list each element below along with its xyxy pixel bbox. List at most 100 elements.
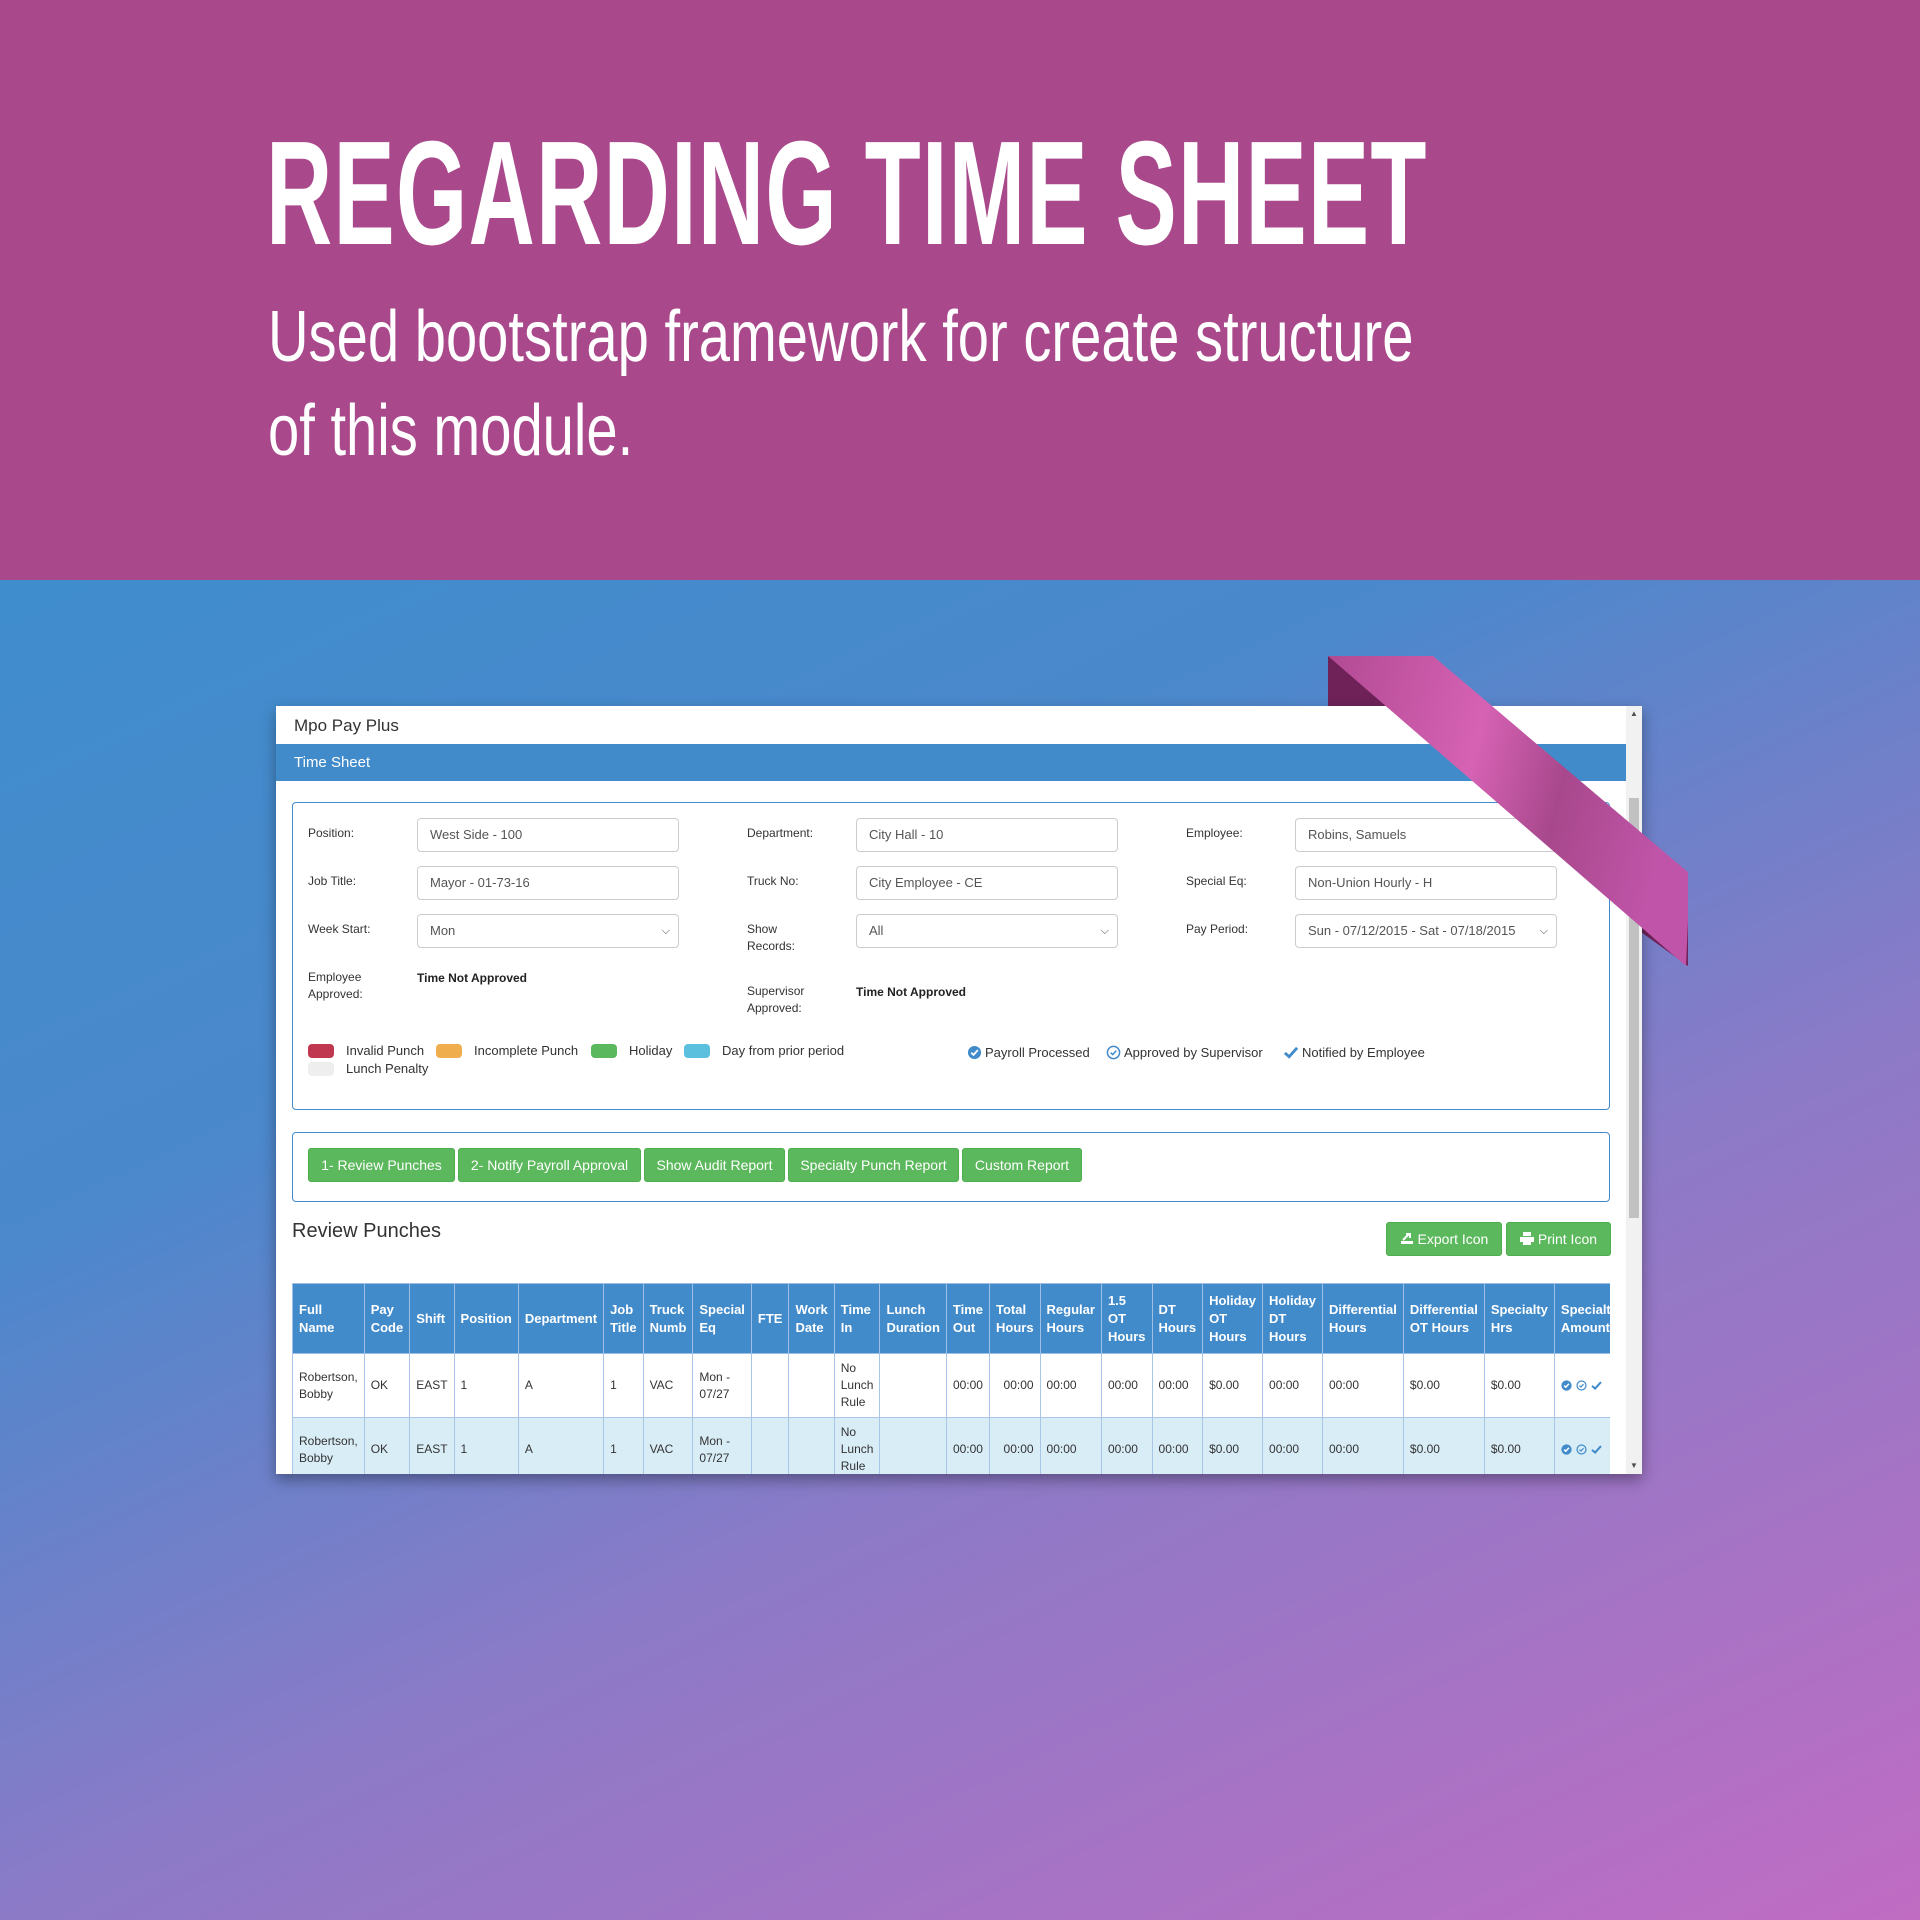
column-header[interactable]: Position [453,1283,519,1354]
show-records-label-line-2: Records: [747,939,796,953]
table-row[interactable]: Robertson, Bobby OK EAST 1 A 1 VAC Mon - 07/27 N… [292,1353,1610,1418]
print-icon [1519,1232,1534,1245]
check-icon [1283,1046,1299,1059]
subhead: Used bootstrap framework for create stru… [268,290,1414,478]
table-cell: 00:00 [988,1417,1041,1474]
column-header[interactable]: Full Name [292,1283,365,1354]
check-icon [1591,1445,1602,1455]
table-cell: $0.00 [1402,1417,1485,1474]
column-header[interactable]: Time Out [945,1283,990,1354]
table-cell: VAC [642,1417,694,1474]
legend-label: Holiday [629,1043,673,1058]
legend-label: Approved by Supervisor [1124,1045,1263,1060]
department-input[interactable]: City Hall - 10 [856,818,1118,852]
table-cell: $0.00 [1483,1417,1555,1474]
column-header[interactable]: Specialty Hrs [1483,1283,1555,1354]
table-cell [879,1353,947,1418]
export-button[interactable]: Export Icon [1386,1222,1502,1256]
review-punches-button[interactable]: 1- Review Punches [308,1148,455,1182]
column-header[interactable]: Work Date [788,1283,835,1354]
table-cell [879,1417,947,1474]
legend-label: Notified by Employee [1302,1045,1425,1060]
week-start-label: Week Start: [308,922,371,936]
table-cell: $0.00 [1202,1417,1264,1474]
table-cell: 00:00 [1151,1353,1204,1418]
column-header[interactable]: Truck Numb [642,1283,694,1354]
table-cell: 00:00 [945,1417,990,1474]
column-header[interactable]: Differential OT Hours [1402,1283,1485,1354]
punches-table-container: Full Name Pay Code Shift Position Department… [292,1283,1610,1474]
table-cell: $0.00 [1202,1353,1264,1418]
table-cell [1553,1417,1610,1474]
week-start-select[interactable]: Mon ⌵ [417,914,679,948]
table-cell: A [517,1353,605,1418]
column-header[interactable]: Regular Hours [1039,1283,1102,1354]
table-cell: Mon - 07/27 [692,1353,752,1418]
column-header[interactable]: Specialty Amount [1553,1283,1610,1354]
table-cell: 00:00 [1262,1417,1323,1474]
column-header[interactable]: Holiday DT Hours [1262,1283,1323,1354]
supervisor-approved-label: Supervisor Approved: [747,983,804,1017]
print-button[interactable]: Print Icon [1506,1222,1611,1256]
position-input[interactable]: West Side - 100 [417,818,679,852]
legend-approved-by-supervisor: Approved by Supervisor [1106,1045,1263,1060]
specialty-punch-report-button[interactable]: Specialty Punch Report [788,1148,959,1182]
table-cell [788,1417,835,1474]
check-circle-solid-icon [1561,1444,1572,1455]
table-cell [788,1353,835,1418]
swatch-icon [436,1043,462,1058]
table-cell: $0.00 [1402,1353,1485,1418]
column-header[interactable]: Holiday OT Hours [1202,1283,1264,1354]
column-header[interactable]: Pay Code [363,1283,411,1354]
column-header[interactable]: 1.5 OT Hours [1100,1283,1153,1354]
column-header[interactable]: Total Hours [988,1283,1041,1354]
job-title-input[interactable]: Mayor - 01-73-16 [417,866,679,900]
legend-holiday: Holiday [591,1043,672,1058]
legend-label: Incomplete Punch [474,1043,579,1058]
review-punches-title: Review Punches [292,1220,441,1242]
chevron-down-icon: ⌵ [1100,925,1109,937]
truck-no-input[interactable]: City Employee - CE [856,866,1118,900]
show-records-label: Show Records: [747,921,795,955]
notify-payroll-approval-button[interactable]: 2- Notify Payroll Approval [458,1148,641,1182]
swatch-icon [591,1043,617,1058]
legend-notified-by-employee: Notified by Employee [1283,1045,1425,1060]
table-cell: 00:00 [1322,1353,1404,1418]
legend-day-from-prior-period: Day from prior period [684,1043,844,1058]
column-header[interactable]: Job Title [603,1283,644,1354]
check-circle-outline-icon [1576,1380,1587,1391]
table-cell: 00:00 [988,1353,1041,1418]
check-circle-solid-icon [967,1045,982,1060]
employee-approved-status: Time Not Approved [417,971,528,985]
table-row[interactable]: Robertson, Bobby OK EAST 1 A 1 VAC Mon - 07/27 N… [292,1417,1610,1474]
custom-report-button[interactable]: Custom Report [962,1148,1082,1182]
column-header[interactable]: DT Hours [1151,1283,1204,1354]
export-label: Export Icon [1417,1231,1489,1247]
table-cell: OK [363,1417,411,1474]
employee-approved-label-line-1: Employee [308,970,362,984]
column-header[interactable]: Department [517,1283,605,1354]
legend-payroll-processed: Payroll Processed [967,1045,1090,1060]
department-label: Department: [747,826,814,840]
supervisor-approved-label-line-1: Supervisor [747,984,805,998]
table-cell: $0.00 [1483,1353,1555,1418]
column-header[interactable]: Lunch Duration [879,1283,947,1354]
swatch-icon [308,1043,334,1058]
column-header[interactable]: Time In [833,1283,881,1354]
table-cell [1553,1353,1610,1418]
column-header[interactable]: Special Eq [692,1283,752,1354]
table-cell: Mon - 07/27 [692,1417,752,1474]
column-header[interactable]: FTE [750,1283,790,1354]
legend-incomplete-punch: Incomplete Punch [436,1043,578,1058]
legend-label: Payroll Processed [985,1045,1090,1060]
legend-lunch-penalty: Lunch Penalty [308,1061,428,1076]
table-cell: VAC [642,1353,694,1418]
table-cell: 1 [453,1417,519,1474]
show-records-select[interactable]: All ⌵ [856,914,1118,948]
scroll-down-arrow-icon[interactable]: ▼ [1626,1458,1642,1474]
column-header[interactable]: Differential Hours [1322,1283,1404,1354]
show-audit-report-button[interactable]: Show Audit Report [644,1148,785,1182]
pay-period-label: Pay Period: [1186,922,1249,936]
table-cell: 00:00 [1322,1417,1404,1474]
column-header[interactable]: Shift [409,1283,455,1354]
